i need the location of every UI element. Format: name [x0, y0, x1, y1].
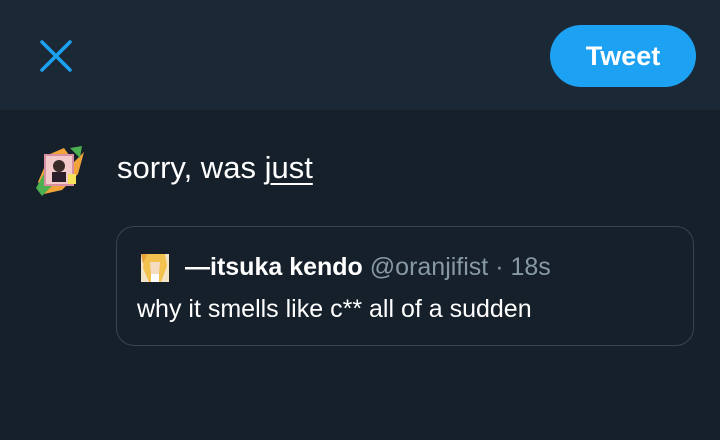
quoted-display-name: —itsuka kendo	[185, 253, 363, 281]
quoted-tweet-text: why it smells like c** all of a sudden	[137, 295, 532, 323]
avatar[interactable]	[34, 144, 86, 196]
meta-separator: ·	[495, 253, 504, 281]
close-icon[interactable]	[36, 36, 76, 76]
quoted-tweet-card[interactable]: —itsuka kendo @oranjifist · 18s why it s…	[116, 226, 694, 346]
compose-text[interactable]: sorry, was just	[117, 148, 313, 188]
compose-header: Tweet	[0, 0, 720, 110]
quoted-timestamp: 18s	[510, 253, 551, 281]
quoted-tweet-header: —itsuka kendo @oranjifist · 18s	[185, 251, 551, 283]
tweet-button[interactable]: Tweet	[550, 25, 696, 87]
compose-text-underlined: just	[264, 150, 313, 185]
compose-text-plain: sorry, was	[117, 150, 265, 185]
quoted-avatar	[141, 254, 169, 282]
quoted-handle: @oranjifist	[369, 253, 489, 281]
